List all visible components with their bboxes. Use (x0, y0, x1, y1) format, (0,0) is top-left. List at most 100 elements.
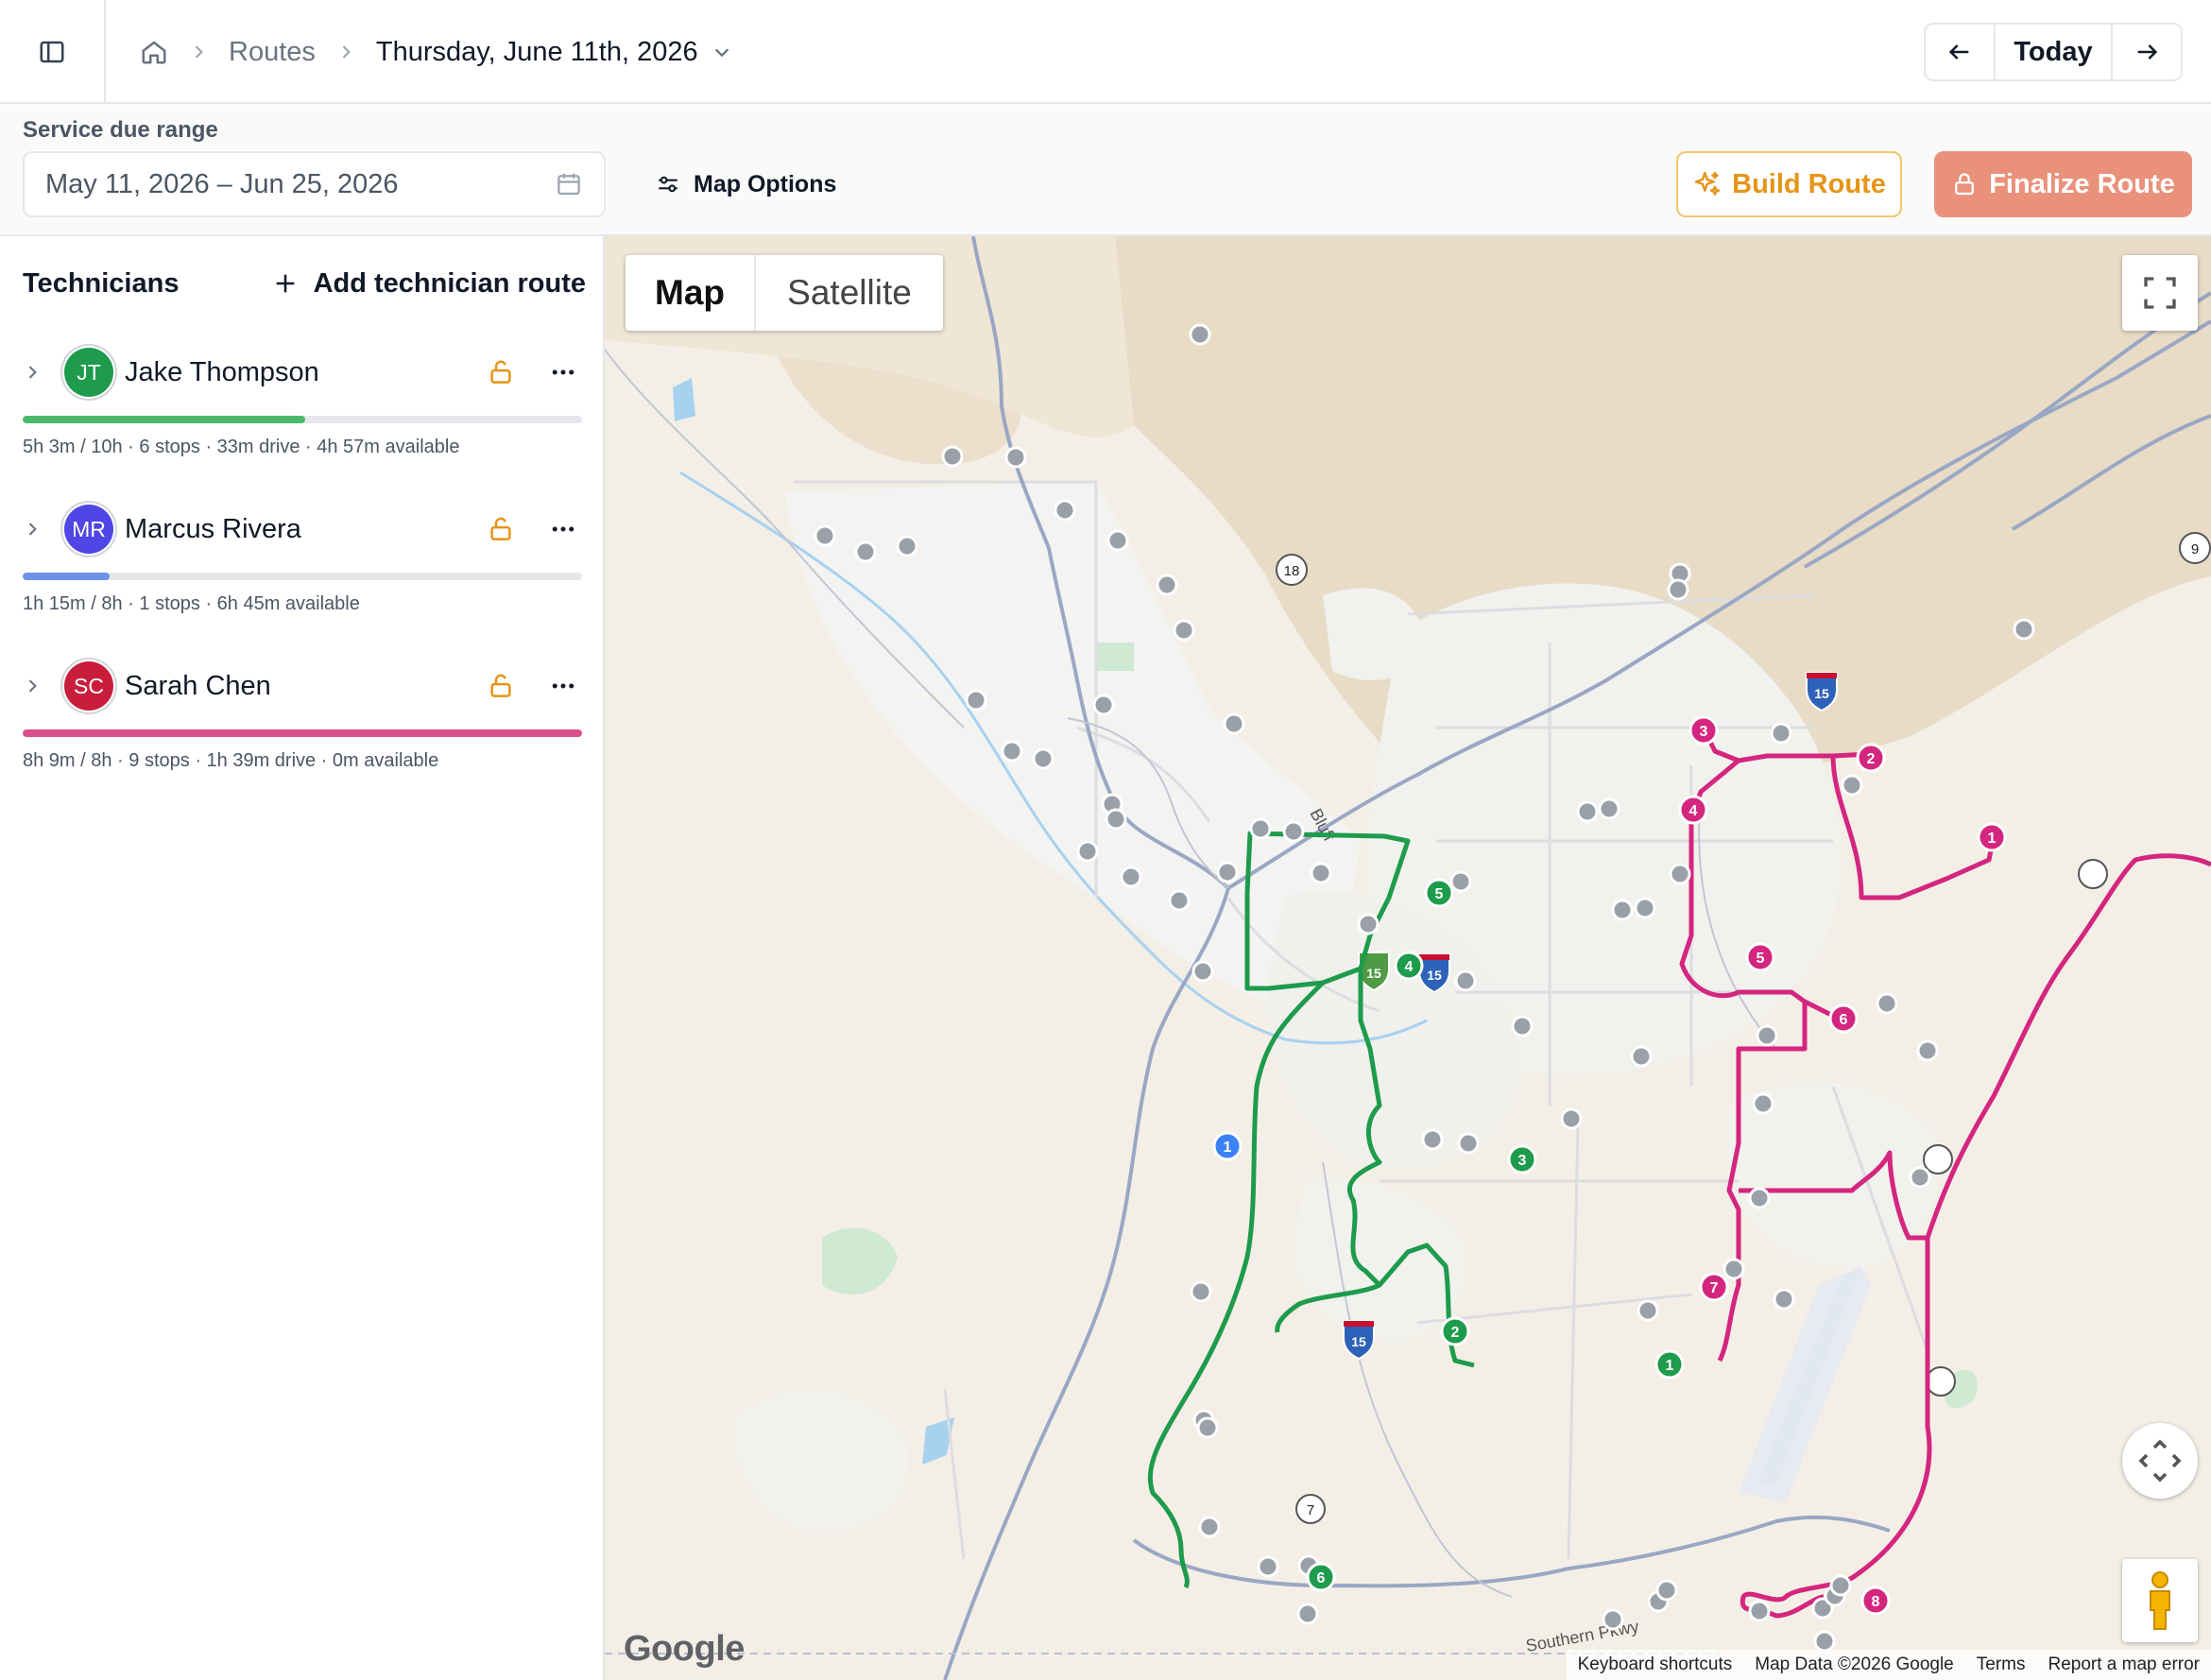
move-arrows-icon (2138, 1439, 2182, 1483)
svg-text:7: 7 (1710, 1280, 1719, 1296)
map-options-button[interactable]: Map Options (656, 161, 836, 208)
street-view-pegman-button[interactable] (2122, 1559, 2198, 1642)
svg-text:1: 1 (1666, 1358, 1674, 1374)
previous-day-button[interactable] (1926, 25, 1996, 79)
technician-stats: 5h 3m / 10h · 6 stops · 33m drive · 4h 5… (23, 437, 460, 457)
svg-text:4: 4 (1405, 959, 1414, 975)
svg-text:5: 5 (1435, 886, 1444, 902)
keyboard-shortcuts-link[interactable]: Keyboard shortcuts (1578, 1654, 1733, 1675)
svg-text:4: 4 (1689, 803, 1698, 819)
capacity-bar (23, 416, 582, 423)
svg-text:6: 6 (1317, 1570, 1326, 1586)
technician-name: Marcus Rivera (125, 513, 301, 544)
stop-marker-pink[interactable]: 7 (1699, 1272, 1729, 1302)
finalize-route-button[interactable]: Finalize Route (1934, 151, 2192, 217)
arrow-left-icon (1948, 44, 1969, 60)
route-9-shield: 9 (2179, 532, 2211, 564)
report-map-error-link[interactable]: Report a map error (2048, 1654, 2200, 1675)
sidebar-panel-icon (40, 41, 64, 63)
technician-stats: 1h 15m / 8h · 1 stops · 6h 45m available (23, 593, 360, 614)
lock-icon (1955, 173, 1975, 196)
camera-control-button[interactable] (2122, 1423, 2198, 1499)
stop-marker-pink[interactable]: 1 (1977, 822, 2007, 852)
current-date-label: Thursday, June 11th, 2026 (375, 36, 698, 67)
more-options-icon[interactable] (544, 515, 582, 543)
terms-link[interactable]: Terms (1977, 1654, 2026, 1675)
stop-marker-green[interactable]: 3 (1507, 1144, 1537, 1174)
stop-marker-pink[interactable]: 2 (1856, 743, 1886, 773)
route-map[interactable]: Bluff Southern Pkwy 18 9 15 15 15 15 7 1… (605, 236, 2211, 1680)
technicians-sidebar: Technicians Add technician route JT Jake… (0, 236, 605, 1680)
svg-text:2: 2 (1451, 1325, 1460, 1341)
date-navigator: Today (1924, 23, 2183, 81)
sparkles-icon (1694, 171, 1721, 196)
chevron-down-icon (714, 48, 728, 58)
map-attribution: Keyboard shortcuts Map Data ©2026 Google… (1566, 1650, 2211, 1680)
range-value: May 11, 2026 – Jun 25, 2026 (45, 168, 399, 199)
capacity-bar-fill (23, 573, 111, 580)
map-data-label: Map Data ©2026 Google (1755, 1654, 1954, 1674)
expand-chevron-icon[interactable] (23, 363, 53, 382)
technicians-header: Technicians Add technician route (23, 263, 586, 304)
service-due-range-input[interactable]: May 11, 2026 – Jun 25, 2026 (23, 151, 606, 217)
technicians-title: Technicians (23, 267, 180, 299)
stop-marker-green[interactable]: 2 (1440, 1316, 1470, 1346)
capacity-bar (23, 729, 582, 737)
sidebar-toggle-button[interactable] (0, 0, 106, 104)
map-canvas: Bluff Southern Pkwy 18 9 15 15 15 15 7 1… (605, 236, 2211, 1680)
unlocked-icon[interactable] (484, 515, 518, 543)
add-technician-route-button[interactable]: Add technician route (272, 268, 586, 300)
unlocked-icon[interactable] (484, 672, 518, 700)
fullscreen-button[interactable] (2122, 255, 2198, 331)
stop-marker-green[interactable]: 6 (1306, 1562, 1336, 1592)
technician-stats: 8h 9m / 8h · 9 stops · 1h 39m drive · 0m… (23, 750, 439, 771)
more-options-icon[interactable] (544, 358, 582, 386)
avatar: JT (64, 348, 113, 397)
stop-marker-green[interactable]: 4 (1394, 951, 1424, 981)
stop-marker-blue[interactable]: 1 (1212, 1131, 1243, 1161)
technician-name: Sarah Chen (125, 670, 271, 701)
technician-name: Jake Thompson (125, 356, 319, 387)
svg-text:3: 3 (1700, 724, 1708, 740)
svg-text:15: 15 (1351, 1334, 1366, 1349)
avatar: MR (64, 505, 113, 554)
arrow-right-icon (2137, 44, 2158, 60)
breadcrumb-routes-link[interactable]: Routes (229, 37, 316, 68)
svg-text:15: 15 (1427, 968, 1442, 983)
chevron-right-icon (336, 43, 355, 61)
more-options-icon[interactable] (544, 672, 582, 700)
service-due-range-label: Service due range (23, 117, 218, 143)
expand-chevron-icon[interactable] (23, 520, 53, 539)
svg-text:5: 5 (1757, 951, 1765, 967)
expand-chevron-icon[interactable] (23, 677, 53, 695)
today-button[interactable]: Today (1996, 25, 2113, 79)
stop-marker-pink[interactable]: 6 (1828, 1003, 1859, 1034)
stop-marker-pink[interactable]: 4 (1678, 795, 1708, 825)
map-type-map-button[interactable]: Map (626, 255, 756, 331)
calendar-icon (557, 173, 580, 196)
map-type-toggle: Map Satellite (626, 255, 943, 331)
home-icon[interactable] (140, 38, 168, 66)
technician-card: MR Marcus Rivera 1h 15m / 8h · 1 stops ·… (23, 501, 582, 615)
stop-marker-green[interactable]: 1 (1654, 1349, 1685, 1380)
breadcrumb: Routes Thursday, June 11th, 2026 (140, 0, 732, 104)
capacity-bar-fill (23, 729, 582, 737)
stop-marker-pink[interactable]: 5 (1745, 942, 1775, 972)
route-18-shield: 18 (1276, 554, 1308, 586)
interstate-15-shield: 15 (1343, 1320, 1375, 1361)
svg-text:2: 2 (1867, 751, 1876, 767)
map-type-satellite-button[interactable]: Satellite (756, 255, 943, 331)
unlocked-icon[interactable] (484, 358, 518, 386)
svg-text:9: 9 (2191, 541, 2199, 557)
next-day-button[interactable] (2113, 25, 2181, 79)
add-technician-route-label: Add technician route (313, 267, 586, 299)
build-route-button[interactable]: Build Route (1676, 151, 1902, 217)
technician-card: SC Sarah Chen 8h 9m / 8h · 9 stops · 1h … (23, 658, 582, 772)
sliders-icon (659, 176, 677, 193)
stop-marker-pink[interactable]: 8 (1860, 1586, 1891, 1616)
stop-marker-green[interactable]: 5 (1424, 878, 1454, 908)
stop-marker-pink[interactable]: 3 (1688, 715, 1719, 746)
svg-text:18: 18 (1284, 563, 1300, 579)
pegman-icon (2150, 1571, 2170, 1630)
date-selector[interactable]: Thursday, June 11th, 2026 (376, 37, 732, 68)
